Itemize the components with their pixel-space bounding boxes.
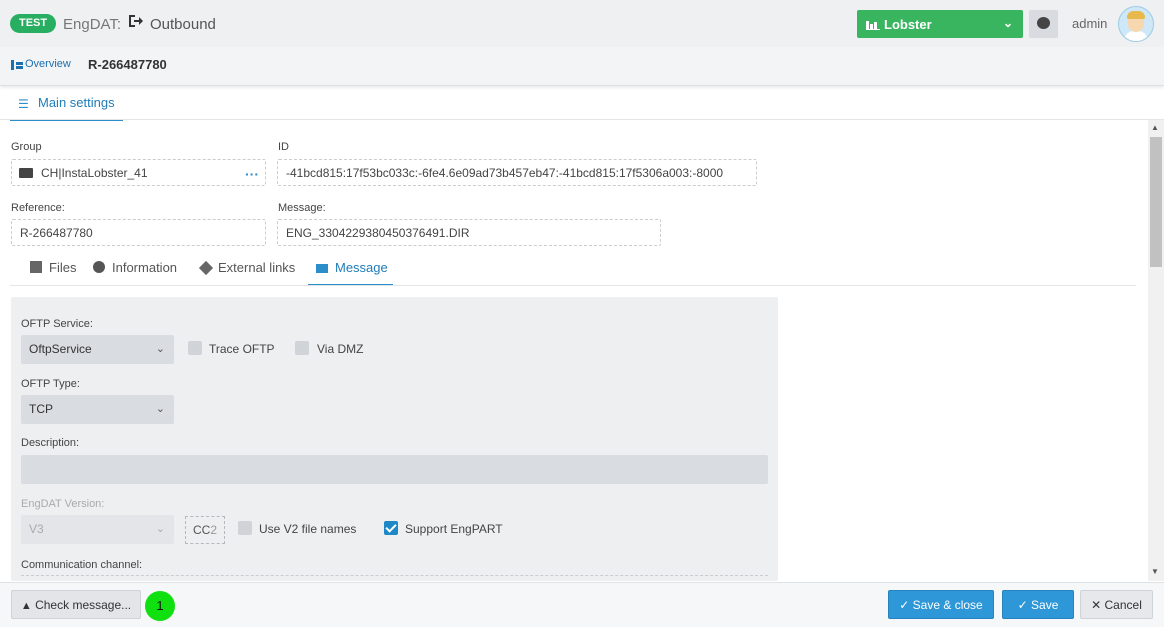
chat-button[interactable] — [1029, 10, 1058, 38]
check-icon: ✓ — [899, 598, 910, 612]
factory-icon — [866, 21, 880, 30]
engdat-version-label: EngDAT Version: — [21, 498, 105, 510]
via-dmz-label: Via DMZ — [317, 342, 364, 356]
oftp-service-label: OFTP Service: — [21, 318, 93, 330]
tab-files[interactable]: Files — [30, 260, 76, 286]
scroll-up-icon[interactable]: ▲ — [1151, 123, 1159, 132]
reference-field[interactable]: R-266487780 — [11, 219, 266, 246]
chevron-down-icon: ⌄ — [1002, 16, 1013, 30]
via-dmz-checkbox[interactable] — [295, 341, 309, 355]
list-icon: ☰ — [18, 97, 29, 111]
message-field[interactable]: ENG_3304229380450376491.DIR — [277, 219, 661, 246]
flask-icon: ▲ — [20, 600, 32, 612]
reference-label: Reference: — [11, 202, 65, 214]
tab-message[interactable]: Message — [308, 260, 393, 286]
group-field[interactable]: CH|InstaLobster_41 — [11, 159, 266, 186]
support-engpart-checkbox[interactable] — [384, 521, 398, 535]
oftp-type-label: OFTP Type: — [21, 378, 80, 390]
outbound-icon — [128, 14, 144, 33]
profile-label: Lobster — [884, 17, 932, 32]
profile-select[interactable]: Lobster ⌄ — [857, 10, 1023, 38]
description-label: Description: — [21, 437, 80, 449]
tab-label: Main settings — [38, 95, 115, 110]
breadcrumb-overview-link[interactable]: Overview — [25, 58, 71, 70]
save-button[interactable]: ✓ Save — [1002, 590, 1074, 619]
support-engpart-label: Support EngPART — [405, 522, 503, 536]
overview-icon — [11, 60, 23, 70]
avatar[interactable] — [1118, 6, 1154, 42]
id-label: ID — [278, 141, 289, 153]
oftp-type-select[interactable]: TCP ⌄ — [21, 395, 174, 424]
files-icon — [30, 261, 42, 273]
save-close-button[interactable]: ✓ Save & close — [888, 590, 994, 619]
folder-icon — [19, 168, 33, 178]
id-field[interactable]: -41bcd815:17f53bc033c:-6fe4.6e09ad73b457… — [277, 159, 757, 186]
check-message-button[interactable]: ▲ Check message... — [11, 590, 141, 619]
page-title: R-266487780 — [88, 57, 167, 72]
engdat-version-select: V3 ⌄ — [21, 515, 174, 544]
info-icon — [93, 261, 105, 273]
group-label: Group — [11, 141, 42, 153]
environment-badge: TEST — [10, 14, 57, 33]
chevron-down-icon: ⌄ — [155, 523, 165, 535]
check-icon: ✓ — [1017, 598, 1028, 612]
communication-channel-label: Communication channel: — [21, 559, 143, 571]
divider — [0, 119, 1164, 120]
oftp-service-select[interactable]: OftpService ⌄ — [21, 335, 174, 364]
chevron-down-icon: ⌄ — [155, 343, 165, 355]
divider — [10, 285, 1136, 286]
use-v2-label: Use V2 file names — [259, 522, 357, 536]
more-icon[interactable]: ··· — [245, 166, 259, 182]
scrollbar-thumb[interactable] — [1150, 137, 1162, 267]
cc-field[interactable]: CC2 — [185, 516, 225, 544]
breadcrumb — [0, 47, 1164, 86]
module-title: Outbound — [150, 16, 216, 33]
tags-icon — [198, 260, 214, 276]
envelope-icon — [316, 264, 328, 273]
chat-icon — [1037, 17, 1050, 29]
chevron-down-icon: ⌄ — [155, 403, 165, 415]
message-label: Message: — [278, 202, 326, 214]
cancel-button[interactable]: ✕ Cancel — [1080, 590, 1153, 619]
user-name[interactable]: admin — [1072, 16, 1107, 31]
scroll-down-icon[interactable]: ▼ — [1151, 567, 1159, 576]
trace-oftp-label: Trace OFTP — [209, 342, 275, 356]
app-name: EngDAT: — [63, 16, 122, 33]
tab-main-settings[interactable]: ☰ Main settings — [10, 88, 123, 121]
tab-information[interactable]: Information — [93, 260, 177, 286]
trace-oftp-checkbox[interactable] — [188, 341, 202, 355]
close-icon: ✕ — [1091, 598, 1102, 612]
count-badge: 1 — [145, 591, 175, 621]
description-input[interactable] — [21, 455, 768, 484]
use-v2-checkbox[interactable] — [238, 521, 252, 535]
tab-external-links[interactable]: External links — [198, 260, 295, 286]
